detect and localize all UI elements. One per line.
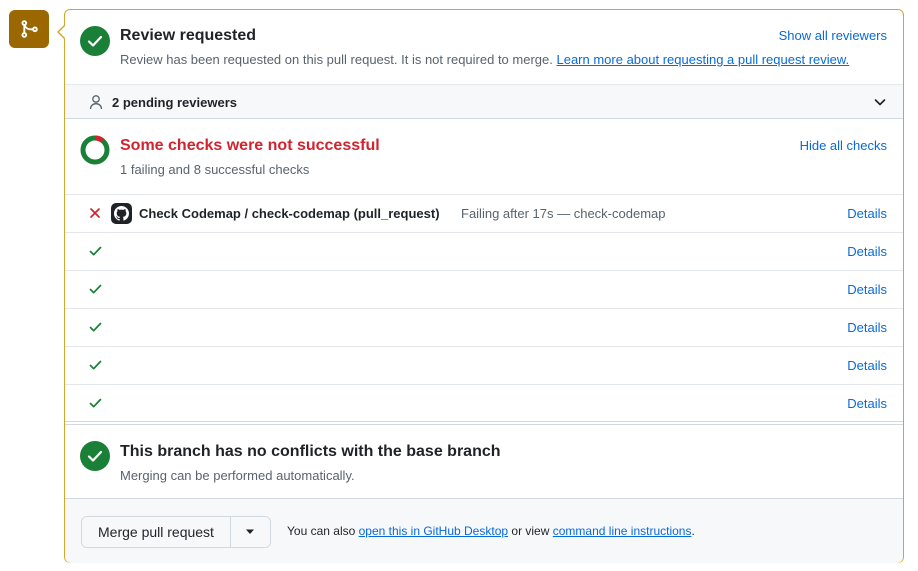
check-details-link[interactable]: Details <box>847 244 887 259</box>
merge-note: You can also open this in GitHub Desktop… <box>287 524 695 538</box>
check-row-success: Details <box>65 270 903 308</box>
review-section: Review requested Review has been request… <box>65 10 903 84</box>
check-icon <box>89 398 102 408</box>
merge-note-suffix: . <box>691 524 695 538</box>
merge-method-dropdown[interactable] <box>229 517 270 547</box>
review-description: Review has been requested on this pull r… <box>120 52 553 67</box>
pending-reviewers-label: 2 pending reviewers <box>112 95 237 110</box>
review-title: Review requested <box>120 27 257 44</box>
check-circle-icon <box>80 26 110 56</box>
check-details-link[interactable]: Details <box>847 282 887 297</box>
github-icon <box>111 203 132 224</box>
check-name: Check Codemap / check-codemap (pull_requ… <box>139 206 440 221</box>
merge-footer: Merge pull request You can also open thi… <box>65 498 903 563</box>
check-icon <box>89 246 102 256</box>
checks-summary: 1 failing and 8 successful checks <box>120 162 310 177</box>
check-description: Failing after 17s — check-codemap <box>461 206 666 221</box>
conflicts-title: This branch has no conflicts with the ba… <box>120 443 501 460</box>
checks-list: Check Codemap / check-codemap (pull_requ… <box>65 194 903 422</box>
pending-reviewers-row[interactable]: 2 pending reviewers <box>65 84 903 119</box>
show-all-reviewers-link[interactable]: Show all reviewers <box>779 28 887 43</box>
x-icon <box>90 208 100 218</box>
learn-more-link[interactable]: Learn more about requesting a pull reque… <box>556 52 849 67</box>
conflicts-description: Merging can be performed automatically. <box>120 468 355 483</box>
check-circle-icon <box>80 441 110 471</box>
conflicts-section: This branch has no conflicts with the ba… <box>65 424 903 498</box>
check-row-success: Details <box>65 232 903 270</box>
git-merge-icon <box>21 20 38 38</box>
merge-button-group: Merge pull request <box>81 516 271 548</box>
hide-all-checks-link[interactable]: Hide all checks <box>800 138 887 153</box>
checks-ring-icon <box>80 135 110 165</box>
github-desktop-link[interactable]: open this in GitHub Desktop <box>359 524 508 538</box>
check-icon <box>89 322 102 332</box>
merge-status-badge <box>9 10 49 48</box>
command-line-link[interactable]: command line instructions <box>553 524 692 538</box>
check-icon <box>89 360 102 370</box>
check-row-success: Details <box>65 346 903 384</box>
checks-title: Some checks were not successful <box>120 137 380 154</box>
triangle-down-icon <box>246 529 255 534</box>
checks-section: Some checks were not successful 1 failin… <box>65 120 903 194</box>
check-details-link[interactable]: Details <box>847 320 887 335</box>
merge-note-middle: or view <box>511 524 550 538</box>
merge-pull-request-button[interactable]: Merge pull request <box>82 517 230 547</box>
check-row-success: Details <box>65 384 903 422</box>
check-details-link[interactable]: Details <box>847 358 887 373</box>
person-icon <box>89 95 103 110</box>
review-description-line: Review has been requested on this pull r… <box>120 52 849 67</box>
chevron-down-icon[interactable] <box>874 97 886 107</box>
merge-box: Review requested Review has been request… <box>64 9 904 563</box>
check-details-link[interactable]: Details <box>847 396 887 411</box>
check-row-failing: Check Codemap / check-codemap (pull_requ… <box>65 194 903 232</box>
check-row-success: Details <box>65 308 903 346</box>
box-pointer-inner <box>58 25 66 39</box>
merge-note-prefix: You can also <box>287 524 356 538</box>
check-icon <box>89 284 102 294</box>
check-details-link[interactable]: Details <box>847 206 887 221</box>
